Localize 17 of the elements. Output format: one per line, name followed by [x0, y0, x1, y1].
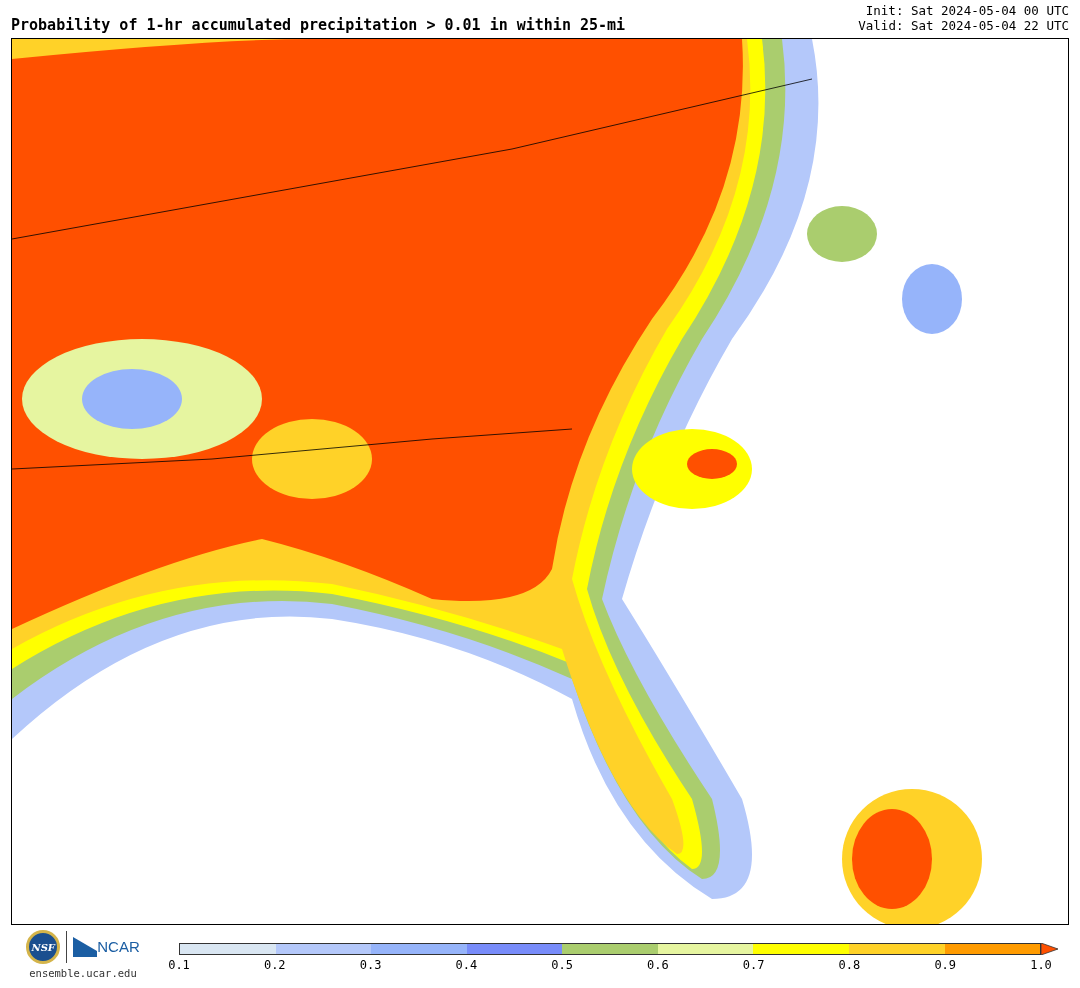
tick-label: 0.3 — [359, 959, 382, 971]
tick-label: 1.0 — [1030, 959, 1052, 971]
init-time: Init: Sat 2024-05-04 00 UTC — [865, 3, 1069, 18]
tick-label: 0.8 — [838, 959, 861, 971]
tick-label: 0.5 — [551, 959, 573, 971]
ncar-logo: NCAR — [97, 936, 140, 957]
valid-time: Valid: Sat 2024-05-04 22 UTC — [858, 18, 1069, 33]
tick-label: 0.6 — [647, 959, 669, 971]
swoosh-icon — [73, 937, 98, 957]
nsf-logo: NSF — [26, 930, 61, 964]
tick-label: 0.4 — [455, 959, 478, 971]
tick-label: 0.7 — [742, 959, 765, 971]
tick-label: 0.1 — [168, 959, 190, 971]
tick-label: 0.2 — [263, 959, 286, 971]
tick-label: 0.9 — [934, 959, 957, 971]
website-url: ensemble.ucar.edu — [29, 966, 137, 981]
chart-title: Probability of 1-hr accumulated precipitation > 0.01 in within 25-mi — [11, 18, 626, 33]
